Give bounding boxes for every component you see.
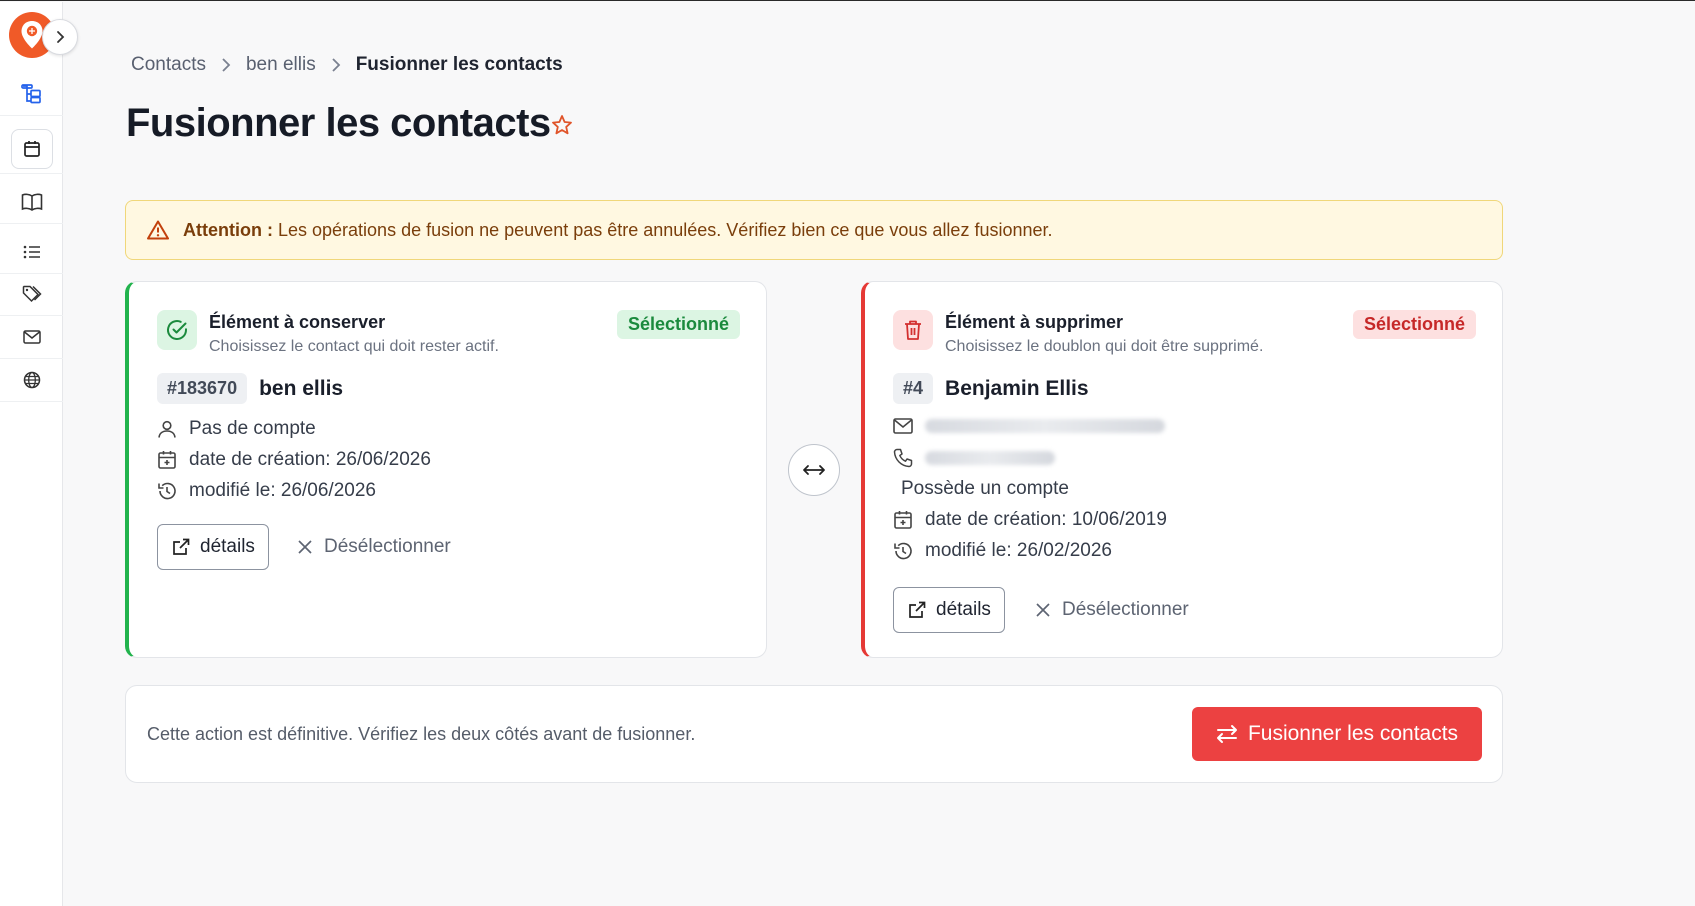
status-badge: Sélectionné xyxy=(1352,310,1476,339)
merge-label: Fusionner les contacts xyxy=(1247,722,1459,745)
delete-card-title: Élément à supprimer xyxy=(945,312,1124,332)
mail-icon xyxy=(22,329,41,344)
warning-alert: Attention : Les opérations de fusion ne … xyxy=(125,200,1503,260)
nav-globe[interactable] xyxy=(0,358,63,402)
history-icon xyxy=(893,541,915,561)
details-label: détails xyxy=(936,599,991,620)
expand-sidebar-button[interactable] xyxy=(42,19,78,55)
chevron-right-icon xyxy=(221,57,231,73)
account-status: Pas de compte xyxy=(189,418,316,439)
close-icon xyxy=(297,539,313,555)
chevron-right-icon xyxy=(57,31,65,43)
nav-list[interactable] xyxy=(0,230,63,274)
delete-card-subtitle: Choisissez le doublon qui doit être supp… xyxy=(945,338,1264,355)
contact-name: Benjamin Ellis xyxy=(945,376,1089,400)
tag-icon xyxy=(22,285,42,302)
hierarchy-icon xyxy=(20,83,41,103)
contact-name: ben ellis xyxy=(259,376,344,400)
warning-icon xyxy=(147,220,169,240)
calendar-plus-icon xyxy=(157,450,179,470)
details-button[interactable]: détails xyxy=(893,587,1005,633)
keep-card-title: Élément à conserver xyxy=(209,312,386,332)
page-title: Fusionner les contacts xyxy=(126,101,551,145)
footer-text: Cette action est définitive. Vérifiez le… xyxy=(147,724,696,744)
nav-mail[interactable] xyxy=(0,315,63,359)
account-status: Possède un compte xyxy=(901,478,1069,499)
mail-icon xyxy=(893,418,915,434)
contact-id: #4 xyxy=(893,373,934,404)
created-date: date de création: 26/06/2026 xyxy=(189,449,431,470)
close-icon xyxy=(1035,602,1051,618)
history-icon xyxy=(157,481,179,501)
check-circle-icon xyxy=(157,310,197,350)
calendar-plus-icon xyxy=(893,510,915,530)
modified-date: modifié le: 26/06/2026 xyxy=(189,480,376,501)
nav-hierarchy[interactable] xyxy=(0,72,63,116)
contact-id: #183670 xyxy=(157,373,248,404)
merge-footer: Cette action est définitive. Vérifiez le… xyxy=(125,685,1503,783)
details-button[interactable]: détails xyxy=(157,524,269,570)
alert-message: Les opérations de fusion ne peuvent pas … xyxy=(277,219,1053,240)
user-icon xyxy=(157,419,179,439)
external-link-icon xyxy=(171,537,191,557)
book-icon xyxy=(21,193,42,211)
list-icon xyxy=(23,245,40,258)
trash-icon xyxy=(893,310,933,350)
deselect-button[interactable]: Désélectionner xyxy=(297,536,451,558)
breadcrumb-current: Fusionner les contacts xyxy=(355,54,563,75)
chevron-right-icon xyxy=(331,57,341,73)
breadcrumb: Contacts ben ellis Fusionner les contact… xyxy=(131,54,563,76)
deselect-button[interactable]: Désélectionner xyxy=(1035,599,1189,621)
keep-card: Élément à conserver Choisissez le contac… xyxy=(125,281,767,658)
keep-card-subtitle: Choisissez le contact qui doit rester ac… xyxy=(209,338,499,355)
created-date: date de création: 10/06/2019 xyxy=(925,509,1167,530)
breadcrumb-contacts[interactable]: Contacts xyxy=(131,54,206,76)
deselect-label: Désélectionner xyxy=(324,536,451,557)
swap-arrows-icon xyxy=(1216,724,1238,744)
globe-icon xyxy=(23,371,40,388)
status-badge: Sélectionné xyxy=(616,310,740,339)
nav-calendar[interactable] xyxy=(0,124,63,174)
phone-icon xyxy=(893,448,915,468)
alert-label: Attention : xyxy=(183,219,273,240)
deselect-label: Désélectionner xyxy=(1062,599,1189,620)
external-link-icon xyxy=(907,600,927,620)
nav-tags[interactable] xyxy=(0,272,63,316)
modified-date: modifié le: 26/02/2026 xyxy=(925,540,1112,561)
merge-button[interactable]: Fusionner les contacts xyxy=(1192,707,1482,761)
calendar-icon xyxy=(23,140,40,157)
nav-book[interactable] xyxy=(0,180,63,224)
swap-button[interactable] xyxy=(788,444,840,496)
sidebar xyxy=(0,2,78,906)
details-label: détails xyxy=(200,536,255,557)
swap-icon xyxy=(803,465,825,475)
phone-redacted xyxy=(925,451,1055,465)
breadcrumb-contact[interactable]: ben ellis xyxy=(246,54,316,76)
star-icon[interactable] xyxy=(551,114,573,141)
delete-card: Élément à supprimer Choisissez le doublo… xyxy=(861,281,1503,658)
email-redacted xyxy=(925,419,1165,433)
